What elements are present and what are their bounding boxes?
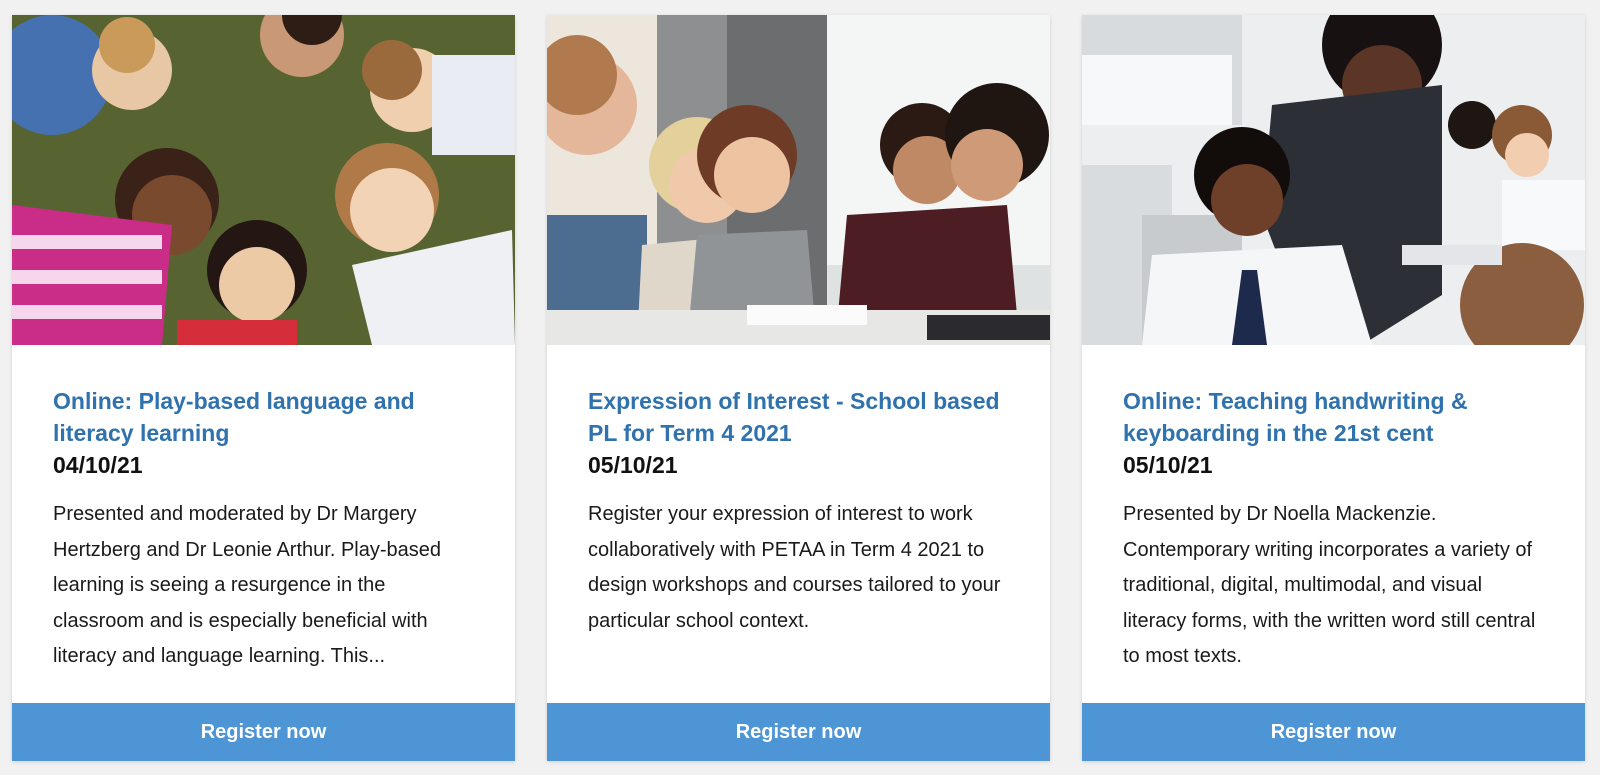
event-date: 05/10/21 [1123, 452, 1213, 478]
register-now-button[interactable]: Register now [1082, 703, 1585, 761]
adults-collaborating-at-table-photo [547, 15, 1050, 345]
event-description: Register your expression of interest to … [588, 503, 1001, 632]
children-lying-on-grass-photo [12, 15, 515, 345]
event-card: Online: Teaching handwriting & keyboardi… [1082, 15, 1585, 761]
event-card: Online: Play-based language and literacy… [12, 15, 515, 761]
event-image[interactable] [1082, 15, 1585, 345]
event-card-list: Online: Play-based language and literacy… [0, 0, 1600, 775]
event-description: Presented by Dr Noella Mackenzie. Contem… [1123, 503, 1536, 667]
event-card: Expression of Interest - School based PL… [547, 15, 1050, 761]
teacher-helping-student-write-photo [1082, 15, 1585, 345]
register-now-button[interactable]: Register now [12, 703, 515, 761]
event-title[interactable]: Online: Play-based language and literacy… [53, 385, 474, 449]
event-date: 04/10/21 [53, 452, 143, 478]
event-description: Presented and moderated by Dr Margery He… [53, 503, 441, 667]
event-title[interactable]: Online: Teaching handwriting & keyboardi… [1123, 385, 1544, 449]
event-date: 05/10/21 [588, 452, 678, 478]
event-title[interactable]: Expression of Interest - School based PL… [588, 385, 1009, 449]
event-image[interactable] [12, 15, 515, 345]
event-image[interactable] [547, 15, 1050, 345]
register-now-button[interactable]: Register now [547, 703, 1050, 761]
